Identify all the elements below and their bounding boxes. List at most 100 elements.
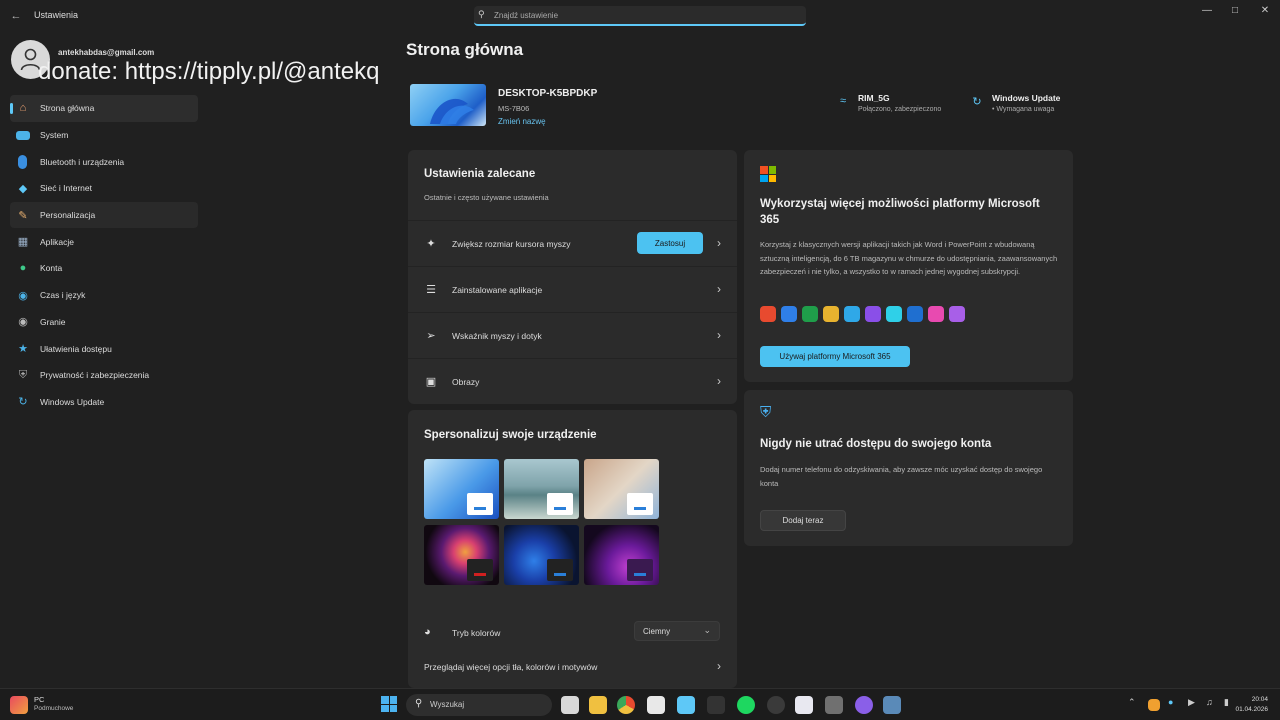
rec-row-cursor-size[interactable]: ✦ Zwiększ rozmiar kursora myszy Zastosuj… — [408, 220, 737, 266]
account-card-title: Nigdy nie utrać dostępu do swojego konta — [760, 438, 992, 450]
close-icon[interactable]: ✕ — [1256, 4, 1274, 18]
rec-row-label: Obrazy — [452, 377, 480, 387]
rec-row-images[interactable]: ▣ Obrazy › — [408, 358, 737, 404]
chevron-right-icon: › — [717, 659, 721, 673]
theme-thumbnail[interactable] — [424, 459, 499, 519]
list-icon: ☰ — [426, 284, 436, 296]
theme-preview-window — [627, 493, 653, 515]
cursor-icon: ✦ — [426, 238, 436, 250]
sidebar-item-bluetooth[interactable]: Bluetooth i urządzenia — [10, 148, 198, 175]
account-email: antekhabdas@gmail.com — [58, 48, 155, 57]
obs-icon[interactable] — [767, 696, 785, 714]
windows-start-icon[interactable] — [381, 696, 397, 712]
app-icon[interactable] — [825, 696, 843, 714]
calendar-icon[interactable] — [647, 696, 665, 714]
app-icon — [886, 306, 902, 322]
weather-icon[interactable] — [10, 696, 28, 714]
sidebar-item-privacy[interactable]: ⛨ Prywatność i zabezpieczenia — [10, 362, 198, 389]
update-title: Windows Update — [992, 93, 1061, 103]
sidebar-item-home[interactable]: ⌂ Strona główna — [10, 95, 198, 122]
recommended-title: Ustawienia zalecane — [424, 168, 536, 180]
settings-search-box[interactable]: ⚲ — [474, 6, 806, 26]
m365-app-icons — [760, 306, 965, 322]
spotify-icon[interactable] — [737, 696, 755, 714]
sidebar-item-windows-update[interactable]: ↻ Windows Update — [10, 389, 198, 416]
minimize-icon[interactable]: — — [1198, 4, 1216, 18]
sidebar-item-personalization[interactable]: ✎ Personalizacja — [10, 201, 198, 229]
theme-thumbnail[interactable] — [424, 525, 499, 585]
capcut-icon[interactable] — [707, 696, 725, 714]
sidebar-item-accounts[interactable]: ● Konta — [10, 255, 198, 282]
network-status[interactable]: ≈ RIM_5G Połączono, zabezpieczono — [836, 93, 941, 113]
maximize-icon[interactable]: □ — [1226, 4, 1244, 18]
clock-date: 01.04.2026 — [1235, 706, 1268, 713]
windows-update-status[interactable]: ↻ Windows Update • Wymagana uwaga — [970, 93, 1060, 113]
sidebar-item-label: Ułatwienia dostępu — [40, 343, 112, 354]
app-icon — [865, 306, 881, 322]
sidebar-item-label: Personalizacja — [40, 210, 96, 221]
sidebar-item-label: Aplikacje — [40, 236, 75, 247]
app-icon — [928, 306, 944, 322]
tray-app-icon[interactable] — [1148, 699, 1160, 711]
app-icon — [823, 306, 839, 322]
accessibility-icon: ★ — [18, 343, 28, 356]
sidebar-item-accessibility[interactable]: ★ Ułatwienia dostępu — [10, 335, 198, 362]
page-title: Strona główna — [406, 40, 524, 59]
more-personalization-link[interactable]: Przeglądaj więcej opcji tła, kolorów i m… — [424, 662, 597, 672]
microphone-icon[interactable]: ● — [1168, 697, 1173, 707]
color-mode-label: Tryb kolorów — [452, 628, 501, 638]
weather-condition: Podmuchowe — [34, 705, 74, 712]
sidebar-item-network[interactable]: ◆ Sieć i Internet — [10, 175, 198, 202]
title-bar: ← Ustawienia ⚲ — □ ✕ — [0, 0, 1280, 32]
m365-body: Korzystaj z klasycznych wersji aplikacji… — [760, 240, 1058, 276]
sidebar-item-time-language[interactable]: ◉ Czas i język — [10, 282, 198, 309]
taskbar-search-label: Wyszukaj — [430, 700, 465, 709]
network-icon[interactable]: ▶ — [1188, 697, 1195, 708]
shield-icon: ⛨ — [18, 368, 28, 381]
chevron-right-icon: › — [717, 282, 721, 296]
task-view-icon[interactable] — [561, 696, 579, 714]
theme-thumbnail[interactable] — [584, 459, 659, 519]
settings-search-input[interactable] — [494, 8, 794, 22]
sidebar-item-gaming[interactable]: ◉ Granie — [10, 309, 198, 336]
app-icon — [907, 306, 923, 322]
personalize-title: Spersonalizuj swoje urządzenie — [424, 429, 597, 441]
brush-icon: ✎ — [18, 209, 28, 222]
volume-icon[interactable]: ♫ — [1206, 697, 1213, 707]
file-explorer-icon[interactable] — [589, 696, 607, 714]
rename-device-link[interactable]: Zmień nazwę — [498, 117, 546, 126]
theme-thumbnail[interactable] — [504, 525, 579, 585]
use-microsoft-365-button[interactable]: Używaj platformy Microsoft 365 — [760, 346, 910, 367]
taskbar-clock[interactable]: 20:04 01.04.2026 — [1235, 695, 1268, 715]
apply-button[interactable]: Zastosuj — [637, 232, 703, 254]
taskbar-search[interactable]: ⚲ Wyszukaj — [406, 694, 552, 716]
theme-preview-window — [627, 559, 653, 581]
device-model: MS-7B06 — [498, 104, 530, 113]
recommended-subtitle: Ostatnie i często używane ustawienia — [424, 193, 549, 202]
battery-icon[interactable]: ▮ — [1224, 697, 1229, 708]
sidebar-item-label: Granie — [40, 316, 66, 327]
notepad-icon[interactable] — [795, 696, 813, 714]
microsoft-logo-icon — [760, 166, 776, 182]
clock-time: 20:04 — [1251, 696, 1268, 703]
sidebar-item-system[interactable]: System — [10, 122, 198, 149]
sidebar-item-apps[interactable]: ▦ Aplikacje — [10, 228, 198, 255]
add-now-button[interactable]: Dodaj teraz — [760, 510, 846, 531]
update-icon: ↻ — [18, 396, 28, 409]
recommended-settings-card: Ustawienia zalecane Ostatnie i często uż… — [408, 150, 737, 404]
messenger-icon[interactable] — [855, 696, 873, 714]
rec-row-mouse-pointer[interactable]: ➢ Wskaźnik myszy i dotyk › — [408, 312, 737, 358]
palette-icon: ◕ — [424, 626, 431, 638]
m365-title: Wykorzystaj więcej możliwości platformy … — [760, 198, 1040, 226]
device-wallpaper-thumbnail — [410, 84, 486, 126]
color-mode-dropdown[interactable]: Ciemny ⌄ — [634, 621, 720, 641]
back-arrow-icon[interactable]: ← — [8, 8, 24, 24]
chrome-icon[interactable] — [617, 696, 635, 714]
theme-thumbnail[interactable] — [584, 525, 659, 585]
theme-thumbnail[interactable] — [504, 459, 579, 519]
chat-icon[interactable] — [677, 696, 695, 714]
chevron-up-icon[interactable]: ⌃ — [1128, 697, 1136, 708]
wifi-icon: ≈ — [839, 95, 847, 107]
rec-row-installed-apps[interactable]: ☰ Zainstalowane aplikacje › — [408, 266, 737, 312]
settings-gear-icon[interactable] — [883, 696, 901, 714]
